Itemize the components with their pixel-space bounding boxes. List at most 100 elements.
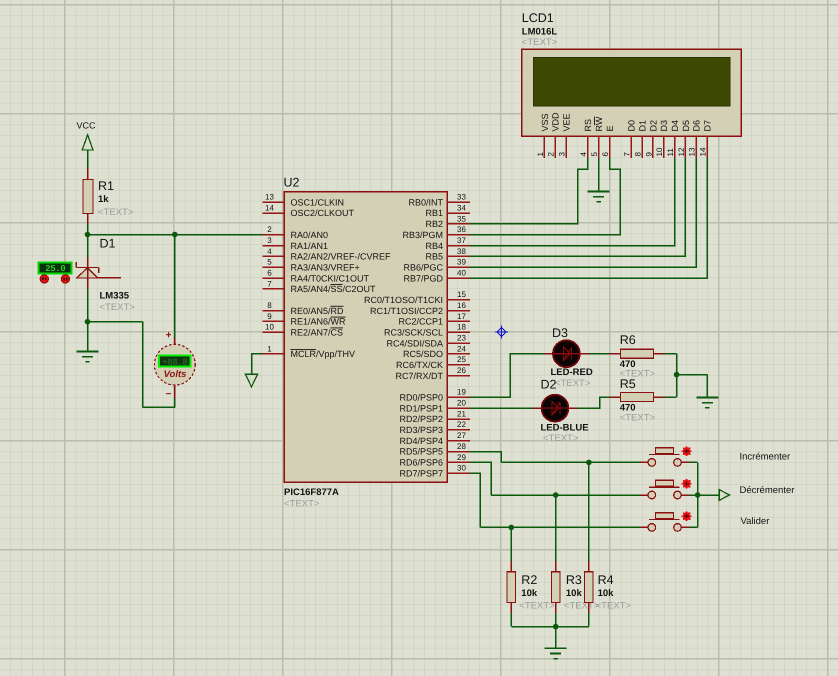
svg-text:7: 7 <box>623 152 632 157</box>
svg-text:RD1/PSP1: RD1/PSP1 <box>399 403 443 413</box>
svg-text:RB6/PGC: RB6/PGC <box>403 262 443 272</box>
svg-text:RB1: RB1 <box>425 208 443 218</box>
svg-text:3: 3 <box>267 236 272 245</box>
svg-text:13: 13 <box>265 193 274 202</box>
svg-text:RE2/AN7/CS: RE2/AN7/CS <box>291 327 344 337</box>
svg-text:RD0/PSP0: RD0/PSP0 <box>399 393 443 403</box>
svg-text:D4: D4 <box>670 120 680 132</box>
svg-text:RB2: RB2 <box>425 219 443 229</box>
svg-text:E: E <box>605 125 615 131</box>
svg-text:34: 34 <box>457 203 466 212</box>
svg-text:LED-BLUE: LED-BLUE <box>541 422 589 433</box>
svg-text:RC3/SCK/SCL: RC3/SCK/SCL <box>384 327 443 337</box>
svg-text:RA3/AN3/VREF+: RA3/AN3/VREF+ <box>291 262 360 272</box>
svg-text:9: 9 <box>267 312 272 321</box>
svg-text:MCLR/Vpp/THV: MCLR/Vpp/THV <box>291 349 356 359</box>
svg-text:2: 2 <box>547 152 556 157</box>
svg-text:LM016L: LM016L <box>522 27 558 38</box>
svg-text:29: 29 <box>457 453 466 462</box>
svg-text:VSS: VSS <box>540 113 550 131</box>
svg-text:D3: D3 <box>552 326 568 340</box>
svg-text:Décrémenter: Décrémenter <box>740 485 795 496</box>
svg-text:RS: RS <box>583 119 593 132</box>
svg-text:1k: 1k <box>98 194 109 205</box>
svg-text:6: 6 <box>267 268 272 277</box>
svg-text:D2: D2 <box>541 377 557 391</box>
svg-text:RD2/PSP2: RD2/PSP2 <box>399 414 443 424</box>
svg-text:<TEXT>: <TEXT> <box>564 601 600 612</box>
svg-text:20: 20 <box>457 399 466 408</box>
svg-text:2: 2 <box>267 225 272 234</box>
svg-text:13: 13 <box>688 147 697 156</box>
svg-text:12: 12 <box>677 147 686 156</box>
svg-text:RA5/AN4/SS/C2OUT: RA5/AN4/SS/C2OUT <box>291 284 377 294</box>
svg-text:RB7/PGD: RB7/PGD <box>403 273 443 283</box>
svg-text:RD3/PSP3: RD3/PSP3 <box>399 425 443 435</box>
svg-text:40: 40 <box>457 268 466 277</box>
svg-text:10k: 10k <box>598 588 615 599</box>
svg-text:25.0: 25.0 <box>45 264 65 274</box>
svg-text:D6: D6 <box>692 120 702 132</box>
svg-text:24: 24 <box>457 344 466 353</box>
svg-text:RC0/T1OSO/T1CKI: RC0/T1OSO/T1CKI <box>364 295 443 305</box>
svg-text:<TEXT>: <TEXT> <box>98 207 134 218</box>
svg-text:7: 7 <box>267 279 272 288</box>
svg-text:8: 8 <box>267 301 272 310</box>
svg-text:RB5: RB5 <box>425 252 443 262</box>
svg-text:17: 17 <box>457 312 466 321</box>
svg-text:RE1/AN6/WR: RE1/AN6/WR <box>291 317 347 327</box>
svg-text:11: 11 <box>666 148 675 157</box>
svg-text:14: 14 <box>699 147 708 156</box>
svg-text:OSC1/CLKIN: OSC1/CLKIN <box>291 197 345 207</box>
svg-text:RD7/PSP7: RD7/PSP7 <box>399 468 443 478</box>
svg-text:26: 26 <box>457 366 466 375</box>
svg-text:D2: D2 <box>648 120 658 132</box>
svg-text:RC5/SDO: RC5/SDO <box>403 349 443 359</box>
svg-text:RC1/T1OSI/CCP2: RC1/T1OSI/CCP2 <box>370 306 443 316</box>
svg-text:+88.8: +88.8 <box>162 357 187 367</box>
svg-text:LCD1: LCD1 <box>522 11 554 25</box>
svg-text:RC7/RX/DT: RC7/RX/DT <box>395 371 443 381</box>
svg-text:<TEXT>: <TEXT> <box>543 433 579 444</box>
svg-text:4: 4 <box>579 152 588 157</box>
svg-text:5: 5 <box>267 258 272 267</box>
svg-text:RA1/AN1: RA1/AN1 <box>291 241 329 251</box>
svg-text:RA2/AN2/VREF-/CVREF: RA2/AN2/VREF-/CVREF <box>291 252 392 262</box>
svg-text:R5: R5 <box>620 377 636 391</box>
svg-text:VEE: VEE <box>562 113 572 131</box>
svg-text:16: 16 <box>457 301 466 310</box>
svg-text:36: 36 <box>457 225 466 234</box>
svg-text:D7: D7 <box>703 120 713 132</box>
svg-text:R4: R4 <box>598 573 614 587</box>
svg-text:10: 10 <box>265 323 274 332</box>
svg-text:<TEXT>: <TEXT> <box>519 601 555 612</box>
svg-text:LM335: LM335 <box>100 291 130 302</box>
svg-text:37: 37 <box>457 236 466 245</box>
svg-text:18: 18 <box>457 323 466 332</box>
svg-text:RD5/PSP5: RD5/PSP5 <box>399 447 443 457</box>
svg-text:RC4/SDI/SDA: RC4/SDI/SDA <box>386 338 443 348</box>
svg-text:<TEXT>: <TEXT> <box>100 302 136 313</box>
svg-text:5: 5 <box>590 152 599 157</box>
svg-text:PIC16F877A: PIC16F877A <box>284 487 339 498</box>
svg-text:1: 1 <box>536 152 545 157</box>
svg-text:RW: RW <box>594 116 604 131</box>
svg-text:<TEXT>: <TEXT> <box>522 37 558 48</box>
svg-text:15: 15 <box>457 290 466 299</box>
svg-text:39: 39 <box>457 258 466 267</box>
svg-text:RD4/PSP4: RD4/PSP4 <box>399 436 443 446</box>
svg-text:RA0/AN0: RA0/AN0 <box>291 230 329 240</box>
svg-text:Valider: Valider <box>741 516 770 527</box>
svg-text:27: 27 <box>457 431 466 440</box>
svg-text:LED-RED: LED-RED <box>551 367 593 378</box>
svg-text:R2: R2 <box>521 573 537 587</box>
svg-text:3: 3 <box>558 152 567 157</box>
svg-text:35: 35 <box>457 214 466 223</box>
svg-text:D0: D0 <box>627 120 637 132</box>
svg-text:RC2/CCP1: RC2/CCP1 <box>398 317 443 327</box>
svg-text:14: 14 <box>265 203 274 212</box>
svg-text:RC6/TX/CK: RC6/TX/CK <box>396 360 443 370</box>
svg-text:RB3/PGM: RB3/PGM <box>402 230 443 240</box>
svg-text:VCC: VCC <box>77 121 97 131</box>
svg-text:RA4/T0CKI/C1OUT: RA4/T0CKI/C1OUT <box>291 273 370 283</box>
